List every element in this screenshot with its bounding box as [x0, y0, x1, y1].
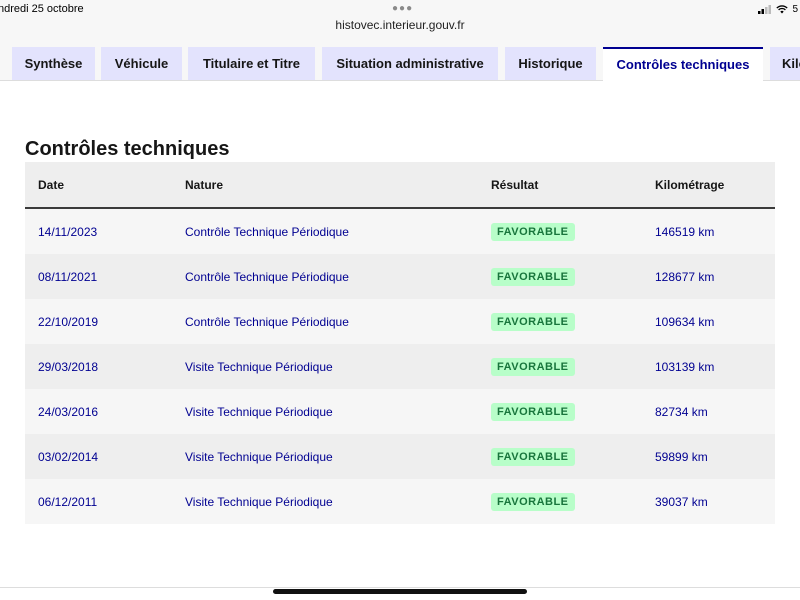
address-bar-url[interactable]: histovec.interieur.gouv.fr [0, 18, 800, 32]
row-kilometrage: 109634 km [655, 299, 775, 344]
controles-table: Date Nature Résultat Kilométrage 14/11/2… [25, 162, 775, 524]
signal-icon [758, 5, 772, 14]
table-row: 14/11/2023 Contrôle Technique Périodique… [25, 208, 775, 254]
table-row: 22/10/2019 Contrôle Technique Périodique… [25, 299, 775, 344]
home-indicator[interactable] [273, 589, 527, 594]
row-nature: Contrôle Technique Périodique [185, 254, 491, 299]
row-date: 29/03/2018 [25, 344, 185, 389]
result-badge: FAVORABLE [491, 357, 575, 376]
column-header-kilometrage: Kilométrage [655, 162, 775, 209]
result-badge: FAVORABLE [491, 492, 575, 511]
tab-kilometrage[interactable]: Kilo [770, 47, 800, 80]
result-badge: FAVORABLE [491, 267, 575, 286]
table-row: 24/03/2016 Visite Technique Périodique F… [25, 389, 775, 434]
row-nature: Contrôle Technique Périodique [185, 208, 491, 254]
tab-synthese[interactable]: Synthèse [12, 47, 95, 80]
row-kilometrage: 82734 km [655, 389, 775, 434]
tab-titulaire-et-titre[interactable]: Titulaire et Titre [188, 47, 315, 80]
result-badge: FAVORABLE [491, 312, 575, 331]
row-date: 03/02/2014 [25, 434, 185, 479]
battery-percent: 5 [792, 4, 798, 15]
row-date: 24/03/2016 [25, 389, 185, 434]
row-kilometrage: 59899 km [655, 434, 775, 479]
tab-panel-controles-techniques: Contrôles techniques Date Nature Résulta… [0, 81, 800, 588]
more-dots-icon[interactable]: ●●● [392, 3, 413, 14]
row-kilometrage: 103139 km [655, 344, 775, 389]
wifi-icon [776, 5, 789, 14]
result-badge: FAVORABLE [491, 447, 575, 466]
row-date: 08/11/2021 [25, 254, 185, 299]
row-kilometrage: 146519 km [655, 208, 775, 254]
row-nature: Visite Technique Périodique [185, 434, 491, 479]
result-badge: FAVORABLE [491, 402, 575, 421]
result-badge: FAVORABLE [491, 222, 575, 241]
row-date: 06/12/2011 [25, 479, 185, 524]
row-kilometrage: 128677 km [655, 254, 775, 299]
tab-vehicule[interactable]: Véhicule [101, 47, 182, 80]
row-date: 22/10/2019 [25, 299, 185, 344]
row-nature: Contrôle Technique Périodique [185, 299, 491, 344]
status-time: ndredi 25 octobre [0, 3, 84, 15]
browser-status-bar: ndredi 25 octobre ●●● histovec.interieur… [0, 0, 800, 44]
table-row: 29/03/2018 Visite Technique Périodique F… [25, 344, 775, 389]
row-date: 14/11/2023 [25, 208, 185, 254]
tab-situation-administrative[interactable]: Situation administrative [322, 47, 498, 80]
column-header-resultat: Résultat [491, 162, 655, 209]
column-header-date: Date [25, 162, 185, 209]
row-nature: Visite Technique Périodique [185, 389, 491, 434]
table-header-row: Date Nature Résultat Kilométrage [25, 162, 775, 209]
row-kilometrage: 39037 km [655, 479, 775, 524]
table-row: 08/11/2021 Contrôle Technique Périodique… [25, 254, 775, 299]
tab-controles-techniques[interactable]: Contrôles techniques [603, 47, 763, 81]
system-icons: 5 [758, 4, 798, 15]
row-nature: Visite Technique Périodique [185, 479, 491, 524]
table-row: 03/02/2014 Visite Technique Périodique F… [25, 434, 775, 479]
tab-bar: Synthèse Véhicule Titulaire et Titre Sit… [0, 44, 800, 81]
tab-historique[interactable]: Historique [505, 47, 596, 80]
row-nature: Visite Technique Périodique [185, 344, 491, 389]
column-header-nature: Nature [185, 162, 491, 209]
page-title: Contrôles techniques [25, 138, 230, 160]
table-row: 06/12/2011 Visite Technique Périodique F… [25, 479, 775, 524]
